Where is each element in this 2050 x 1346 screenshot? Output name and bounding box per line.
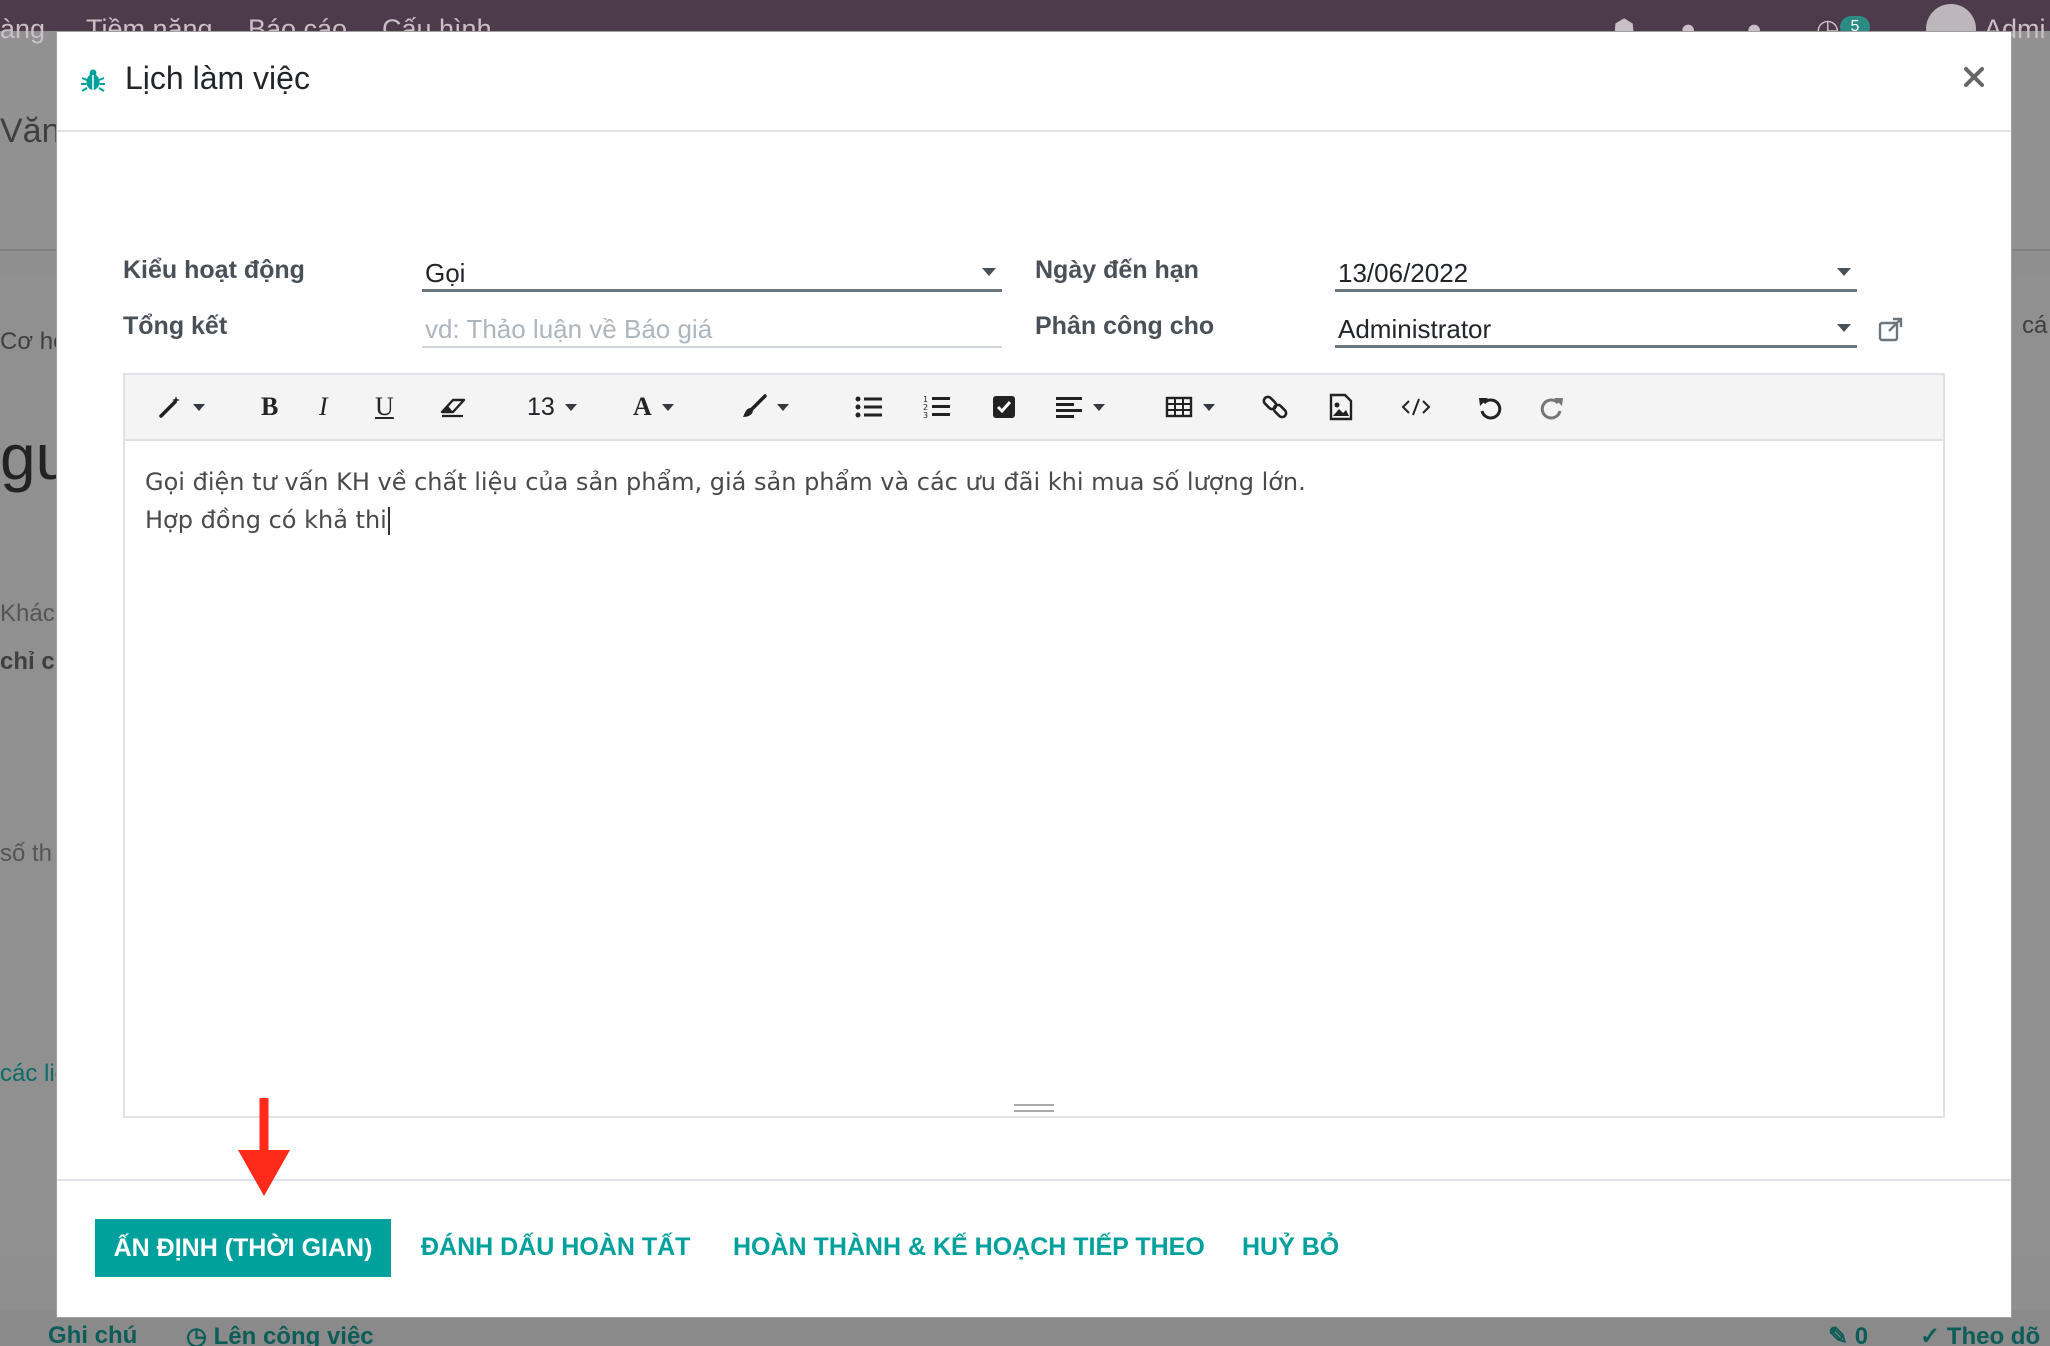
text-cursor	[387, 507, 390, 535]
font-size-value: 13	[527, 392, 555, 421]
mark-done-button[interactable]: ĐÁNH DẤU HOÀN TẤT	[421, 1233, 690, 1262]
summary-label: Tổng kết	[123, 312, 228, 340]
magic-wand-icon	[159, 396, 180, 418]
code-view-button[interactable]	[1401, 387, 1431, 427]
chevron-down-icon	[1203, 403, 1215, 411]
italic-icon: I	[319, 392, 328, 421]
redo-button[interactable]	[1539, 387, 1565, 427]
checkbox-icon	[993, 396, 1015, 418]
chevron-down-icon	[777, 403, 789, 411]
schedule-button[interactable]: ẤN ĐỊNH (THỜI GIAN)	[95, 1219, 391, 1277]
schedule-activity-dialog: Lịch làm việc Kiểu hoạt động Gọi Tổng kế…	[56, 31, 2012, 1318]
external-link-icon[interactable]	[1877, 316, 1905, 344]
svg-text:3: 3	[923, 411, 928, 420]
note-content[interactable]: Gọi điện tư vấn KH về chất liệu của sản …	[145, 463, 1923, 539]
link-button[interactable]	[1261, 387, 1289, 427]
assigned-to-value: Administrator	[1338, 314, 1492, 344]
done-schedule-next-button[interactable]: HOÀN THÀNH & KẾ HOẠCH TIẾP THEO	[733, 1233, 1205, 1262]
background-color-dropdown[interactable]	[741, 387, 789, 427]
paragraph-align-dropdown[interactable]	[1055, 387, 1105, 427]
bg-right-fragment: cá	[2022, 312, 2048, 339]
table-dropdown[interactable]	[1165, 387, 1215, 427]
chatter-schedule-button[interactable]: ◷ Lên công việc	[186, 1322, 374, 1346]
dialog-title: Lịch làm việc	[125, 60, 310, 96]
chevron-down-icon	[1837, 268, 1851, 276]
summary-placeholder: vd: Thảo luận về Báo giá	[425, 314, 713, 344]
clear-format-button[interactable]	[439, 387, 467, 427]
align-left-icon	[1056, 397, 1082, 418]
chatter-note-button[interactable]: Ghi chú	[48, 1322, 137, 1346]
attachment-button[interactable]: ✎ 0	[1828, 1322, 1868, 1346]
checklist-button[interactable]	[991, 387, 1017, 427]
font-color-dropdown[interactable]: A	[633, 387, 674, 427]
bug-icon	[81, 69, 105, 92]
dialog-footer: ẤN ĐỊNH (THỜI GIAN) ĐÁNH DẤU HOÀN TẤT HO…	[57, 1179, 2011, 1319]
font-color-icon: A	[633, 392, 652, 421]
dialog-header: Lịch làm việc	[57, 32, 2011, 132]
note-line-2: Hợp đồng có khả thi	[145, 501, 1923, 539]
undo-icon	[1479, 398, 1502, 420]
attachment-count: 0	[1854, 1323, 1869, 1346]
assigned-to-select[interactable]: Administrator	[1335, 308, 1857, 348]
underline-icon: U	[375, 392, 394, 421]
bg-label-fragment-2: chỉ c	[0, 648, 55, 675]
chatter-schedule-label: Lên công việc	[213, 1323, 374, 1346]
note-editor: B I U 13 A 1 2 3 Gọi điện tư vấn KH về c…	[123, 373, 1945, 1118]
undo-button[interactable]	[1477, 387, 1503, 427]
eraser-icon	[440, 398, 466, 418]
chevron-down-icon	[1093, 403, 1105, 411]
style-dropdown[interactable]	[157, 387, 205, 427]
resize-handle[interactable]	[1014, 1104, 1054, 1112]
bg-label-fragment-1: Khác	[0, 600, 55, 627]
numbered-list-icon: 1 2 3	[923, 395, 950, 420]
font-size-dropdown[interactable]: 13	[527, 387, 577, 427]
annotation-arrow-icon	[238, 1098, 290, 1196]
chevron-down-icon	[1837, 324, 1851, 332]
nav-item-sales[interactable]: àng	[0, 14, 45, 45]
code-icon	[1401, 398, 1431, 416]
bg-breadcrumb-fragment: Văn	[0, 112, 61, 150]
bg-label-fragment-3: số th	[0, 840, 53, 867]
italic-button[interactable]: I	[319, 387, 328, 427]
due-date-value: 13/06/2022	[1338, 258, 1469, 288]
numbered-list-button[interactable]: 1 2 3	[923, 387, 951, 427]
chevron-down-icon	[982, 268, 996, 276]
bold-button[interactable]: B	[261, 387, 278, 427]
close-icon[interactable]	[1959, 62, 1989, 92]
link-icon	[1262, 395, 1288, 419]
discard-button[interactable]: HUỶ BỎ	[1242, 1233, 1339, 1262]
table-icon	[1165, 396, 1193, 418]
editor-toolbar: B I U 13 A 1 2 3	[125, 375, 1943, 441]
summary-input[interactable]: vd: Thảo luận về Báo giá	[422, 308, 1002, 348]
due-date-label: Ngày đến hạn	[1035, 256, 1199, 284]
follow-button[interactable]: ✓ Theo dõ	[1920, 1322, 2040, 1346]
activity-type-select[interactable]: Gọi	[422, 252, 1002, 292]
chevron-down-icon	[564, 403, 577, 411]
redo-icon	[1540, 398, 1563, 420]
assigned-to-label: Phân công cho	[1035, 312, 1215, 340]
image-icon	[1329, 393, 1353, 421]
follow-label: Theo dõ	[1946, 1323, 2041, 1346]
chevron-down-icon	[193, 403, 205, 411]
note-line-2-text: Hợp đồng có khả thi	[145, 506, 387, 534]
image-button[interactable]	[1329, 387, 1353, 427]
activity-type-value: Gọi	[425, 258, 466, 288]
note-line-1: Gọi điện tư vấn KH về chất liệu của sản …	[145, 468, 1306, 496]
activity-type-label: Kiểu hoạt động	[123, 256, 305, 284]
chevron-down-icon	[661, 403, 674, 411]
due-date-input[interactable]: 13/06/2022	[1335, 252, 1857, 292]
paintbrush-icon	[743, 394, 767, 417]
bullet-list-icon	[855, 396, 882, 418]
top-navbar: àng Tiềm năng Báo cáo Cấu hình ☗ ● ● ◷ 5…	[0, 0, 2050, 54]
bold-icon: B	[261, 392, 279, 421]
underline-button[interactable]: U	[375, 387, 394, 427]
bullet-list-button[interactable]	[855, 387, 883, 427]
